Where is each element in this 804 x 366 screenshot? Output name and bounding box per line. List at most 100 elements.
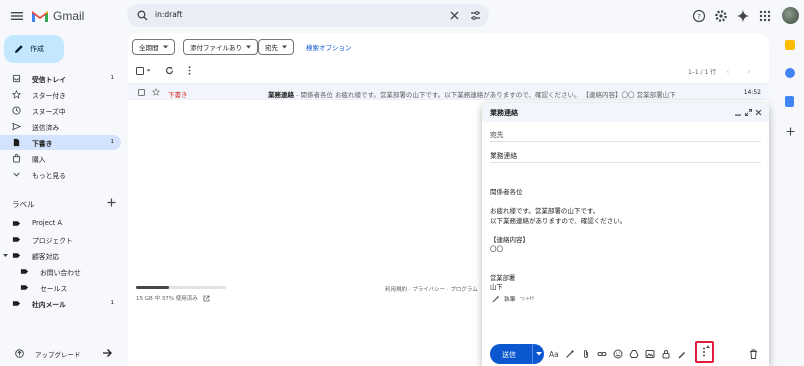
gemini-sparkle-icon[interactable] xyxy=(736,9,750,23)
compose-button[interactable]: 作成 xyxy=(4,35,64,63)
subject-field[interactable]: 業務連絡 xyxy=(490,143,761,163)
body-line: 【連絡内容】 xyxy=(490,235,529,244)
insert-photo-icon[interactable] xyxy=(645,349,655,359)
sidebar-item[interactable]: もっと見る xyxy=(0,167,121,182)
label-icon xyxy=(12,253,21,258)
gmail-m-icon xyxy=(32,11,48,22)
fullscreen-icon[interactable] xyxy=(745,109,752,116)
caret-down-icon xyxy=(282,45,287,49)
send-button[interactable]: 送信 xyxy=(490,344,544,364)
schedule-send-dropdown[interactable] xyxy=(532,344,544,364)
footer-links[interactable]: 利用規約 · プライバシー · プログラム xyxy=(385,285,478,293)
upgrade-button[interactable]: アップグレード xyxy=(4,344,118,362)
filter-chip[interactable]: 全期間 xyxy=(132,39,175,55)
account-avatar[interactable] xyxy=(782,7,799,24)
row-sender: 下書き xyxy=(168,91,188,99)
select-all-checkbox[interactable] xyxy=(136,66,151,75)
sidebar-label-text: 顧客対応 xyxy=(32,253,60,261)
keep-icon[interactable] xyxy=(785,40,795,50)
search-options-link[interactable]: 検索オプション xyxy=(306,42,352,52)
upgrade-label: アップグレード xyxy=(35,351,81,359)
external-link-icon[interactable] xyxy=(203,295,210,302)
table-row[interactable]: 下書き 業務連絡 - 関係者各位 お疲れ様です。営業部署の山下です。以下業務連絡… xyxy=(128,83,769,100)
filter-chip[interactable]: 宛先 xyxy=(258,39,294,55)
filter-chip-label: 全期間 xyxy=(139,44,159,52)
sidebar-item[interactable]: スター付き xyxy=(0,87,121,102)
sidebar-label-item[interactable]: プロジェクト xyxy=(0,232,121,247)
star-icon[interactable] xyxy=(152,88,160,96)
storage-progress-bar xyxy=(136,286,226,289)
close-icon[interactable] xyxy=(755,109,762,116)
help-me-write[interactable]: 執筆 ⌥+H xyxy=(492,294,534,303)
insert-link-icon[interactable] xyxy=(597,349,607,359)
labels-heading: ラベル xyxy=(12,200,35,209)
emoji-icon[interactable] xyxy=(613,349,623,359)
sidebar-item[interactable]: 受信トレイ 1 xyxy=(0,71,121,86)
sidebar-item-label: 下書き xyxy=(32,140,53,148)
body-line xyxy=(490,198,761,208)
search-icon[interactable] xyxy=(137,10,148,21)
main-menu-icon[interactable] xyxy=(10,9,24,23)
filter-chip[interactable]: 添付ファイルあり xyxy=(183,39,258,55)
sidebar-label-item[interactable]: Project A xyxy=(0,216,121,231)
discard-draft-icon[interactable] xyxy=(749,349,758,359)
sidebar-item[interactable]: 送信済み xyxy=(0,119,121,134)
signature-line: 営業部署 xyxy=(490,275,516,282)
prev-page-icon[interactable]: ‹ xyxy=(726,67,729,76)
compose-label: 作成 xyxy=(30,45,44,53)
clear-search-icon[interactable] xyxy=(449,10,460,21)
caret-down-icon[interactable] xyxy=(3,253,8,258)
row-snippet: - 関係者各位 お疲れ様です。営業部署の山下です。以下業務連絡がありますので、確… xyxy=(294,91,676,99)
help-me-write-label: 執筆 xyxy=(504,297,516,303)
add-addon-icon[interactable] xyxy=(786,127,795,136)
list-toolbar xyxy=(136,66,191,75)
sidebar-label-item[interactable]: お問い合わせ xyxy=(0,264,121,279)
formatting-options-icon[interactable]: Aa xyxy=(549,350,559,359)
sidebar-item[interactable]: スヌーズ中 xyxy=(0,103,121,118)
sidebar-label-text: セールス xyxy=(40,285,68,293)
pagination: 1–1 / 1 行 ‹ › xyxy=(688,67,751,76)
add-label-icon[interactable] xyxy=(107,198,116,207)
row-checkbox[interactable] xyxy=(138,89,145,96)
magic-pen-icon xyxy=(492,295,500,302)
sidebar-label-item[interactable]: 社内メール 1 xyxy=(0,296,121,311)
compose-body[interactable]: 関係者各位 お疲れ様です。営業部署の山下です。 以下業務連絡がありますので、確認くだ… xyxy=(490,188,761,255)
sidebar-label-item[interactable]: セールス xyxy=(0,280,121,295)
sidebar-item[interactable]: 購入 xyxy=(0,151,121,166)
attach-file-icon[interactable] xyxy=(581,349,591,359)
search-options-icon[interactable] xyxy=(470,10,481,21)
to-field[interactable]: 宛先 xyxy=(490,122,761,142)
contacts-icon[interactable] xyxy=(785,96,794,107)
row-subject: 業務連絡 xyxy=(268,91,294,99)
help-me-write-icon[interactable] xyxy=(565,349,575,359)
arrow-right-icon xyxy=(103,349,112,357)
refresh-icon[interactable] xyxy=(165,66,174,75)
help-icon[interactable]: ? xyxy=(692,9,706,23)
apps-grid-icon[interactable] xyxy=(758,9,772,23)
next-page-icon[interactable]: › xyxy=(747,67,750,76)
sidebar-label-item[interactable]: 顧客対応 xyxy=(0,248,121,263)
pencil-icon xyxy=(15,45,23,53)
compose-header[interactable]: 業務連絡 xyxy=(482,103,769,122)
google-drive-icon[interactable] xyxy=(629,349,639,359)
confidential-mode-icon[interactable] xyxy=(661,349,671,359)
insert-signature-icon[interactable] xyxy=(677,349,687,359)
send-label: 送信 xyxy=(502,351,516,359)
body-line xyxy=(490,226,761,236)
gmail-logo[interactable]: Gmail xyxy=(31,7,84,25)
help-me-write-shortcut: ⌥+H xyxy=(519,295,534,302)
body-line: 以下業務連絡がありますので、確認ください。 xyxy=(490,216,627,225)
search-input[interactable]: in:draft xyxy=(155,10,182,19)
tasks-icon[interactable] xyxy=(785,68,795,78)
caret-down-icon xyxy=(146,69,151,72)
more-vert-icon[interactable] xyxy=(188,66,191,75)
filter-chip-label: 添付ファイルあり xyxy=(190,44,242,52)
row-subject-snippet: 業務連絡 - 関係者各位 お疲れ様です。営業部署の山下です。以下業務連絡がありま… xyxy=(268,89,676,99)
more-options-button[interactable] xyxy=(695,341,714,363)
sidebar-item-label: スター付き xyxy=(32,92,66,100)
minimize-icon[interactable] xyxy=(735,110,741,116)
sidebar-item[interactable]: 下書き 1 xyxy=(0,135,121,150)
search-bar[interactable]: in:draft xyxy=(127,4,489,27)
sidebar-label-text: 社内メール xyxy=(32,301,66,309)
settings-gear-icon[interactable] xyxy=(714,9,728,23)
